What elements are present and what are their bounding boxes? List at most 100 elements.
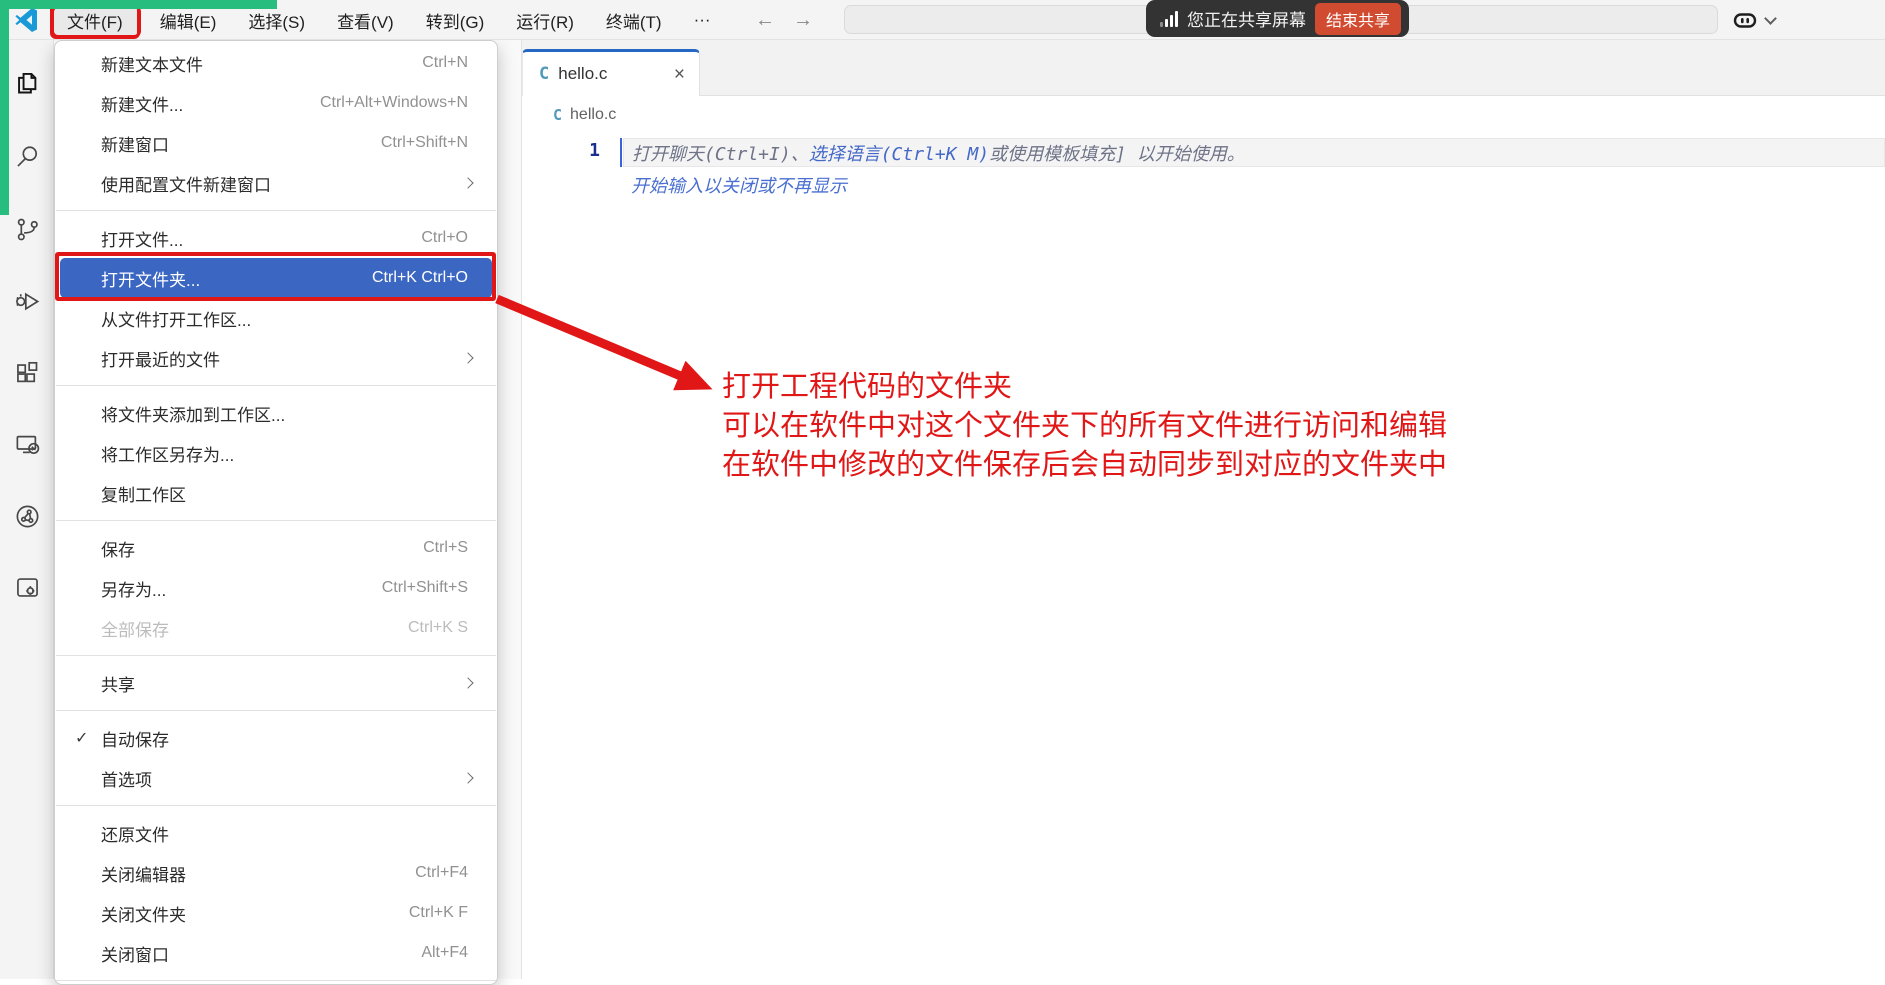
line-number: 1: [570, 140, 600, 161]
menu-separator: [56, 805, 496, 806]
menubar-item-go[interactable]: 转到(G): [410, 3, 501, 38]
menu-item-open-folder[interactable]: 打开文件夹...Ctrl+K Ctrl+O: [60, 258, 492, 298]
screen-share-banner: 您正在共享屏幕 结束共享: [1146, 0, 1409, 37]
submenu-chevron-icon: [462, 177, 473, 188]
menu-item-save[interactable]: 保存Ctrl+S: [60, 528, 492, 568]
menu-item-save-as[interactable]: 另存为...Ctrl+Shift+S: [60, 568, 492, 608]
menu-separator: [56, 210, 496, 211]
menu-item-label: 首选项: [101, 766, 464, 791]
source-control-icon[interactable]: [14, 216, 41, 243]
menu-item-duplicate-workspace[interactable]: 复制工作区: [60, 473, 492, 513]
chevron-down-icon[interactable]: [1764, 12, 1777, 25]
nav-arrows: ← →: [755, 0, 813, 40]
remote-monitor-icon[interactable]: [14, 431, 41, 458]
menu-item-label: 保存: [101, 536, 423, 561]
tab-bar: C hello.c ×: [522, 40, 1885, 96]
file-menu-dropdown: 新建文本文件Ctrl+N新建文件...Ctrl+Alt+Windows+N新建窗…: [54, 40, 498, 985]
menu-item-label: 全部保存: [101, 616, 408, 641]
menu-item-label: 共享: [101, 671, 464, 696]
search-icon[interactable]: [14, 143, 41, 170]
menu-item-new-window-with-profile[interactable]: 使用配置文件新建窗口: [60, 163, 492, 203]
menu-item-shortcut: Ctrl+Shift+S: [382, 579, 468, 597]
menu-item-label: 新建文件...: [101, 91, 320, 116]
menu-item-new-window[interactable]: 新建窗口Ctrl+Shift+N: [60, 123, 492, 163]
menu-item-close-editor[interactable]: 关闭编辑器Ctrl+F4: [60, 853, 492, 893]
tools-gear-icon[interactable]: [14, 574, 41, 601]
tab-label: hello.c: [558, 64, 663, 84]
breadcrumb-file-label[interactable]: hello.c: [570, 106, 616, 124]
menu-item-new-text-file[interactable]: 新建文本文件Ctrl+N: [60, 43, 492, 83]
menu-item-label: 另存为...: [101, 576, 382, 601]
menu-item-shortcut: Ctrl+S: [423, 539, 468, 557]
menu-item-label: 打开文件夹...: [101, 266, 372, 291]
editor-pane[interactable]: 1 打开聊天(Ctrl+I)、选择语言(Ctrl+K M)或使用模板填充] 以开…: [522, 134, 1885, 979]
menu-item-label: 关闭窗口: [101, 941, 421, 966]
hint-segment: 以开始使用。: [1137, 140, 1245, 166]
vscode-logo-icon: [15, 8, 39, 32]
menu-item-open-file[interactable]: 打开文件...Ctrl+O: [60, 218, 492, 258]
extensions-icon[interactable]: [14, 360, 41, 387]
menu-item-label: 从文件打开工作区...: [101, 306, 478, 331]
menu-item-label: 将工作区另存为...: [101, 441, 478, 466]
share-network-icon[interactable]: [14, 503, 41, 530]
menu-item-close-window[interactable]: 关闭窗口Alt+F4: [60, 933, 492, 973]
title-bar: 文件(F)编辑(E)选择(S)查看(V)转到(G)运行(R)终端(T)··· ←…: [0, 0, 1885, 40]
menu-item-preferences[interactable]: 首选项: [60, 758, 492, 798]
menu-separator: [56, 385, 496, 386]
menu-separator: [56, 980, 496, 981]
annotation-line: 打开工程代码的文件夹: [722, 368, 1447, 407]
text-cursor: [620, 138, 622, 167]
signal-bars-icon: [1160, 11, 1178, 27]
menu-item-label: 打开文件...: [101, 226, 421, 251]
menu-item-close-folder[interactable]: 关闭文件夹Ctrl+K F: [60, 893, 492, 933]
menu-item-auto-save[interactable]: ✓自动保存: [60, 718, 492, 758]
back-arrow-icon[interactable]: ←: [755, 9, 775, 32]
c-file-icon: C: [539, 64, 549, 84]
submenu-chevron-icon: [462, 352, 473, 363]
c-file-icon: C: [553, 106, 562, 124]
menubar-item-terminal[interactable]: 终端(T): [590, 3, 678, 38]
menu-item-label: 自动保存: [101, 726, 478, 751]
menubar-item-more[interactable]: ···: [678, 5, 727, 35]
annotation-text-block: 打开工程代码的文件夹可以在软件中对这个文件夹下的所有文件进行访问和编辑在软件中修…: [722, 368, 1447, 485]
tab-close-icon[interactable]: ×: [672, 65, 687, 84]
menu-item-shortcut: Ctrl+K S: [408, 619, 468, 637]
menu-separator: [56, 655, 496, 656]
menu-item-open-workspace-from-file[interactable]: 从文件打开工作区...: [60, 298, 492, 338]
explorer-icon[interactable]: [14, 70, 41, 97]
menu-item-shortcut: Ctrl+F4: [415, 864, 468, 882]
menu-item-add-folder-to-workspace[interactable]: 将文件夹添加到工作区...: [60, 393, 492, 433]
menu-item-label: 使用配置文件新建窗口: [101, 171, 464, 196]
screenshare-green-border-left: [0, 0, 9, 215]
menu-item-save-all[interactable]: 全部保存Ctrl+K S: [60, 608, 492, 648]
copilot-icon[interactable]: [1732, 7, 1758, 33]
menu-item-shortcut: Ctrl+O: [421, 229, 468, 247]
run-debug-icon[interactable]: [14, 288, 41, 315]
forward-arrow-icon[interactable]: →: [793, 9, 813, 32]
hint-segment: 打开聊天(Ctrl+I)、: [632, 140, 809, 166]
menu-item-label: 打开最近的文件: [101, 346, 464, 371]
menu-item-save-workspace-as[interactable]: 将工作区另存为...: [60, 433, 492, 473]
annotation-line: 在软件中修改的文件保存后会自动同步到对应的文件夹中: [722, 446, 1447, 485]
submenu-chevron-icon: [462, 677, 473, 688]
annotation-line: 可以在软件中对这个文件夹下的所有文件进行访问和编辑: [722, 407, 1447, 446]
menu-item-label: 将文件夹添加到工作区...: [101, 401, 478, 426]
menu-item-new-file[interactable]: 新建文件...Ctrl+Alt+Windows+N: [60, 83, 492, 123]
menu-item-revert-file[interactable]: 还原文件: [60, 813, 492, 853]
editor-hint-dismiss-line[interactable]: 开始输入以关闭或不再显示: [631, 172, 847, 198]
menu-item-shortcut: Ctrl+N: [422, 54, 468, 72]
menu-item-shortcut: Ctrl+Shift+N: [381, 134, 468, 152]
menu-item-label: 关闭编辑器: [101, 861, 415, 886]
menu-item-label: 还原文件: [101, 821, 478, 846]
end-share-button[interactable]: 结束共享: [1315, 3, 1401, 35]
menu-item-label: 关闭文件夹: [101, 901, 409, 926]
menu-item-shortcut: Ctrl+K Ctrl+O: [372, 269, 468, 287]
submenu-chevron-icon: [462, 772, 473, 783]
hint-segment[interactable]: 选择语言(Ctrl+K M): [809, 140, 989, 166]
hint-segment: 或使用模板填充]: [989, 140, 1137, 166]
tab-hello-c[interactable]: C hello.c ×: [522, 49, 700, 96]
menubar-item-run[interactable]: 运行(R): [500, 3, 590, 38]
menubar-item-view[interactable]: 查看(V): [321, 3, 410, 38]
menu-item-open-recent[interactable]: 打开最近的文件: [60, 338, 492, 378]
menu-item-share[interactable]: 共享: [60, 663, 492, 703]
